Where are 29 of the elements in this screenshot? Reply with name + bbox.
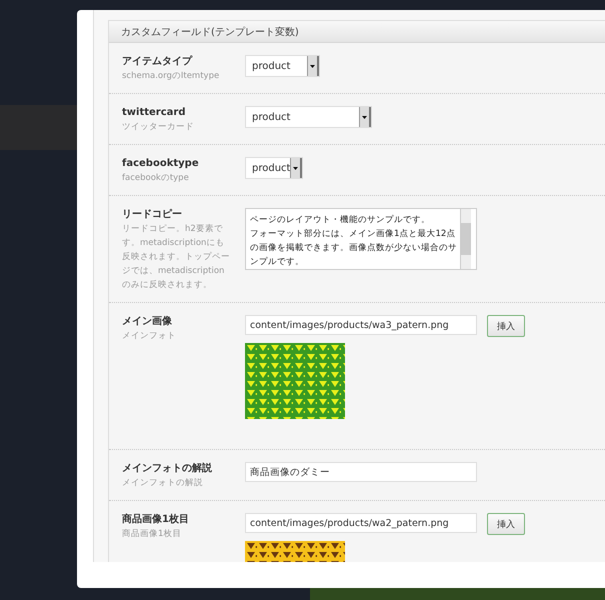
field-label: twittercard — [122, 106, 186, 120]
field-description: メインフォトの解説 — [122, 477, 204, 490]
dropdown-arrow-icon — [293, 166, 298, 170]
insert-button[interactable]: 挿入 — [487, 315, 525, 337]
select-dropdown[interactable]: product — [245, 55, 320, 77]
insert-button[interactable]: 挿入 — [487, 513, 525, 535]
field-description: ツイッターカード — [122, 121, 195, 134]
scrollbar[interactable] — [460, 209, 471, 269]
field-description: facebookのtype — [122, 172, 190, 185]
text-area-content: ページのレイアウト・機能のサンプルです。 フォーマット部分には、メイン画像1点と最大12点の画像を掲載できます。画像点数が少ない場合のサンプルです。 — [249, 214, 458, 269]
field-label: 商品画像1枚目 — [122, 513, 190, 527]
field-label: facebooktype — [122, 157, 200, 171]
text-area[interactable]: ページのレイアウト・機能のサンプルです。 フォーマット部分には、メイン画像1点と最大12点の画像を掲載できます。画像点数が少ない場合のサンプルです。 — [245, 208, 477, 270]
field-description: schema.orgのItemtype — [122, 70, 220, 83]
field-description: 商品画像1枚目 — [122, 528, 182, 541]
field-label: アイテムタイプ — [122, 55, 194, 69]
panel-title: カスタムフィールド(テンプレート変数) — [121, 26, 299, 38]
field-label: メイン画像 — [122, 315, 173, 329]
field-description: リードコピー。h2要素です。metadiscriptionにも反映されます。トップページでは、metadiscriptionのみに反映されます。 — [122, 223, 231, 292]
image-path-field[interactable]: content/images/products/wa3_patern.png — [245, 315, 477, 335]
field-label: メインフォトの解説 — [122, 462, 213, 476]
dropdown-arrow-icon — [310, 64, 315, 68]
select-dropdown[interactable]: product — [245, 106, 372, 128]
image-path-field[interactable]: content/images/products/wa2_patern.png — [245, 513, 477, 533]
select-dropdown[interactable]: product — [245, 157, 303, 179]
field-description: メインフォト — [122, 330, 177, 343]
text-field[interactable]: 商品画像のダミー — [245, 462, 477, 482]
field-label: リードコピー — [122, 208, 183, 222]
dropdown-arrow-icon — [362, 116, 367, 118]
